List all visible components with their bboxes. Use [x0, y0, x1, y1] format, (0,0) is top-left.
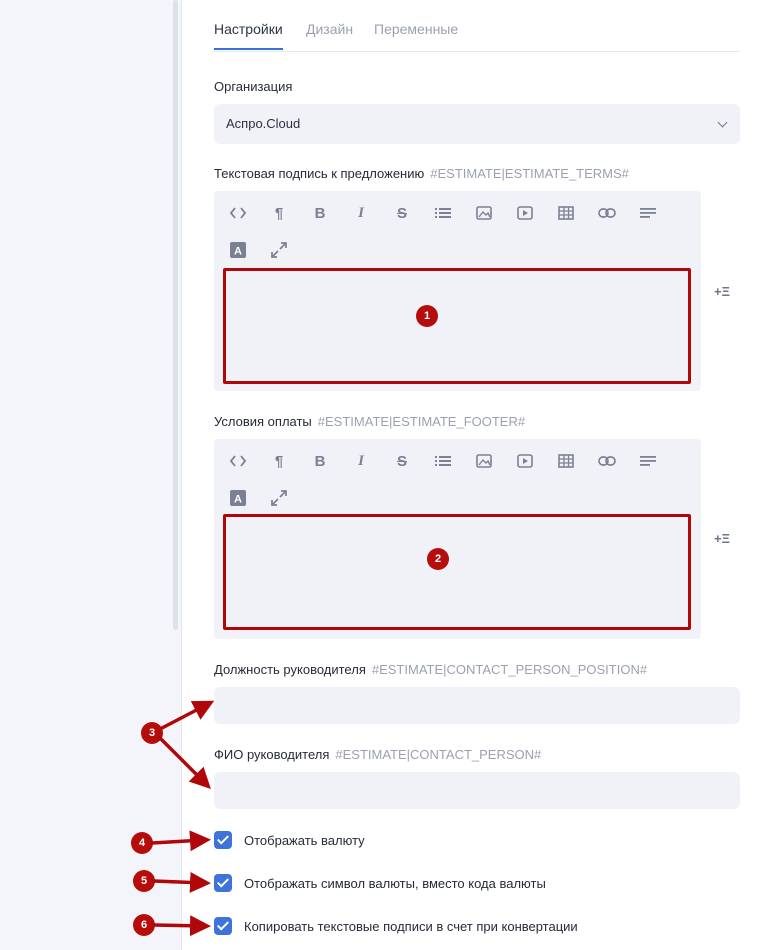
terms-label: Текстовая подпись к предложению #ESTIMATE…: [214, 166, 629, 181]
list-icon[interactable]: [433, 451, 453, 471]
link-icon[interactable]: [597, 451, 617, 471]
checkbox-row-copy-captions[interactable]: Копировать текстовые подписи в счет при …: [214, 916, 578, 936]
tab-bar: Настройки Дизайн Переменные: [214, 18, 740, 52]
terms-editor: ¶ B I S A: [214, 191, 701, 391]
video-icon[interactable]: [515, 203, 535, 223]
tab-variables[interactable]: Переменные: [374, 21, 458, 48]
copy-captions-label: Копировать текстовые подписи в счет при …: [244, 918, 578, 934]
left-pane: [0, 0, 182, 950]
person-label: ФИО руководителя #ESTIMATE|CONTACT_PERSON…: [214, 747, 541, 762]
annotation-marker: 5: [133, 870, 155, 892]
footer-label: Условия оплаты #ESTIMATE|ESTIMATE_FOOTER#: [214, 414, 525, 429]
footer-editor: ¶ B I S A: [214, 439, 701, 639]
image-icon[interactable]: [474, 451, 494, 471]
fullscreen-icon[interactable]: [269, 240, 289, 260]
chevron-down-icon: [717, 117, 728, 128]
terms-variable[interactable]: #ESTIMATE|ESTIMATE_TERMS#: [430, 166, 629, 181]
person-input[interactable]: [214, 772, 740, 809]
position-input[interactable]: [214, 687, 740, 724]
table-icon[interactable]: [556, 451, 576, 471]
text-color-icon[interactable]: A: [228, 488, 248, 508]
insert-variable-button[interactable]: +Ξ: [714, 531, 730, 546]
tab-settings[interactable]: Настройки: [214, 21, 283, 50]
image-icon[interactable]: [474, 203, 494, 223]
checkbox-row-currency-symbol[interactable]: Отображать символ валюты, вместо кода ва…: [214, 873, 546, 893]
copy-captions-checkbox[interactable]: [214, 917, 232, 935]
footer-editor-area[interactable]: [223, 514, 691, 630]
annotation-marker: 1: [416, 305, 438, 327]
position-label-text: Должность руководителя: [214, 662, 366, 677]
position-variable[interactable]: #ESTIMATE|CONTACT_PERSON_POSITION#: [372, 662, 647, 677]
align-icon[interactable]: [638, 203, 658, 223]
table-icon[interactable]: [556, 203, 576, 223]
person-label-text: ФИО руководителя: [214, 747, 330, 762]
show-currency-label: Отображать валюту: [244, 832, 365, 848]
fullscreen-icon[interactable]: [269, 488, 289, 508]
currency-symbol-checkbox[interactable]: [214, 874, 232, 892]
tab-design[interactable]: Дизайн: [306, 21, 353, 48]
annotation-marker: 2: [427, 548, 449, 570]
settings-panel: Настройки Дизайн Переменные Организация …: [214, 0, 740, 950]
annotation-marker: 6: [133, 914, 155, 936]
position-label: Должность руководителя #ESTIMATE|CONTACT_…: [214, 662, 647, 677]
annotation-marker: 3: [141, 722, 163, 744]
show-currency-checkbox[interactable]: [214, 831, 232, 849]
link-icon[interactable]: [597, 203, 617, 223]
organization-select[interactable]: Аспро.Cloud: [214, 104, 740, 144]
annotation-marker: 4: [131, 832, 153, 854]
text-color-icon[interactable]: A: [228, 240, 248, 260]
code-icon[interactable]: [228, 203, 248, 223]
list-icon[interactable]: [433, 203, 453, 223]
terms-editor-area[interactable]: [223, 268, 691, 384]
svg-text:A: A: [234, 246, 242, 258]
scrollbar[interactable]: [173, 0, 178, 630]
italic-icon[interactable]: I: [351, 203, 371, 223]
terms-label-text: Текстовая подпись к предложению: [214, 166, 425, 181]
strikethrough-icon[interactable]: S: [392, 451, 412, 471]
insert-variable-button[interactable]: +Ξ: [714, 284, 730, 299]
person-variable[interactable]: #ESTIMATE|CONTACT_PERSON#: [335, 747, 541, 762]
align-icon[interactable]: [638, 451, 658, 471]
strikethrough-icon[interactable]: S: [392, 203, 412, 223]
organization-label: Организация: [214, 79, 293, 94]
bold-icon[interactable]: B: [310, 451, 330, 471]
italic-icon[interactable]: I: [351, 451, 371, 471]
paragraph-icon[interactable]: ¶: [269, 203, 289, 223]
svg-text:A: A: [234, 494, 242, 506]
footer-variable[interactable]: #ESTIMATE|ESTIMATE_FOOTER#: [318, 414, 525, 429]
checkbox-row-show-currency[interactable]: Отображать валюту: [214, 830, 365, 850]
code-icon[interactable]: [228, 451, 248, 471]
video-icon[interactable]: [515, 451, 535, 471]
currency-symbol-label: Отображать символ валюты, вместо кода ва…: [244, 875, 546, 891]
footer-label-text: Условия оплаты: [214, 414, 312, 429]
bold-icon[interactable]: B: [310, 203, 330, 223]
paragraph-icon[interactable]: ¶: [269, 451, 289, 471]
organization-value: Аспро.Cloud: [226, 116, 301, 131]
